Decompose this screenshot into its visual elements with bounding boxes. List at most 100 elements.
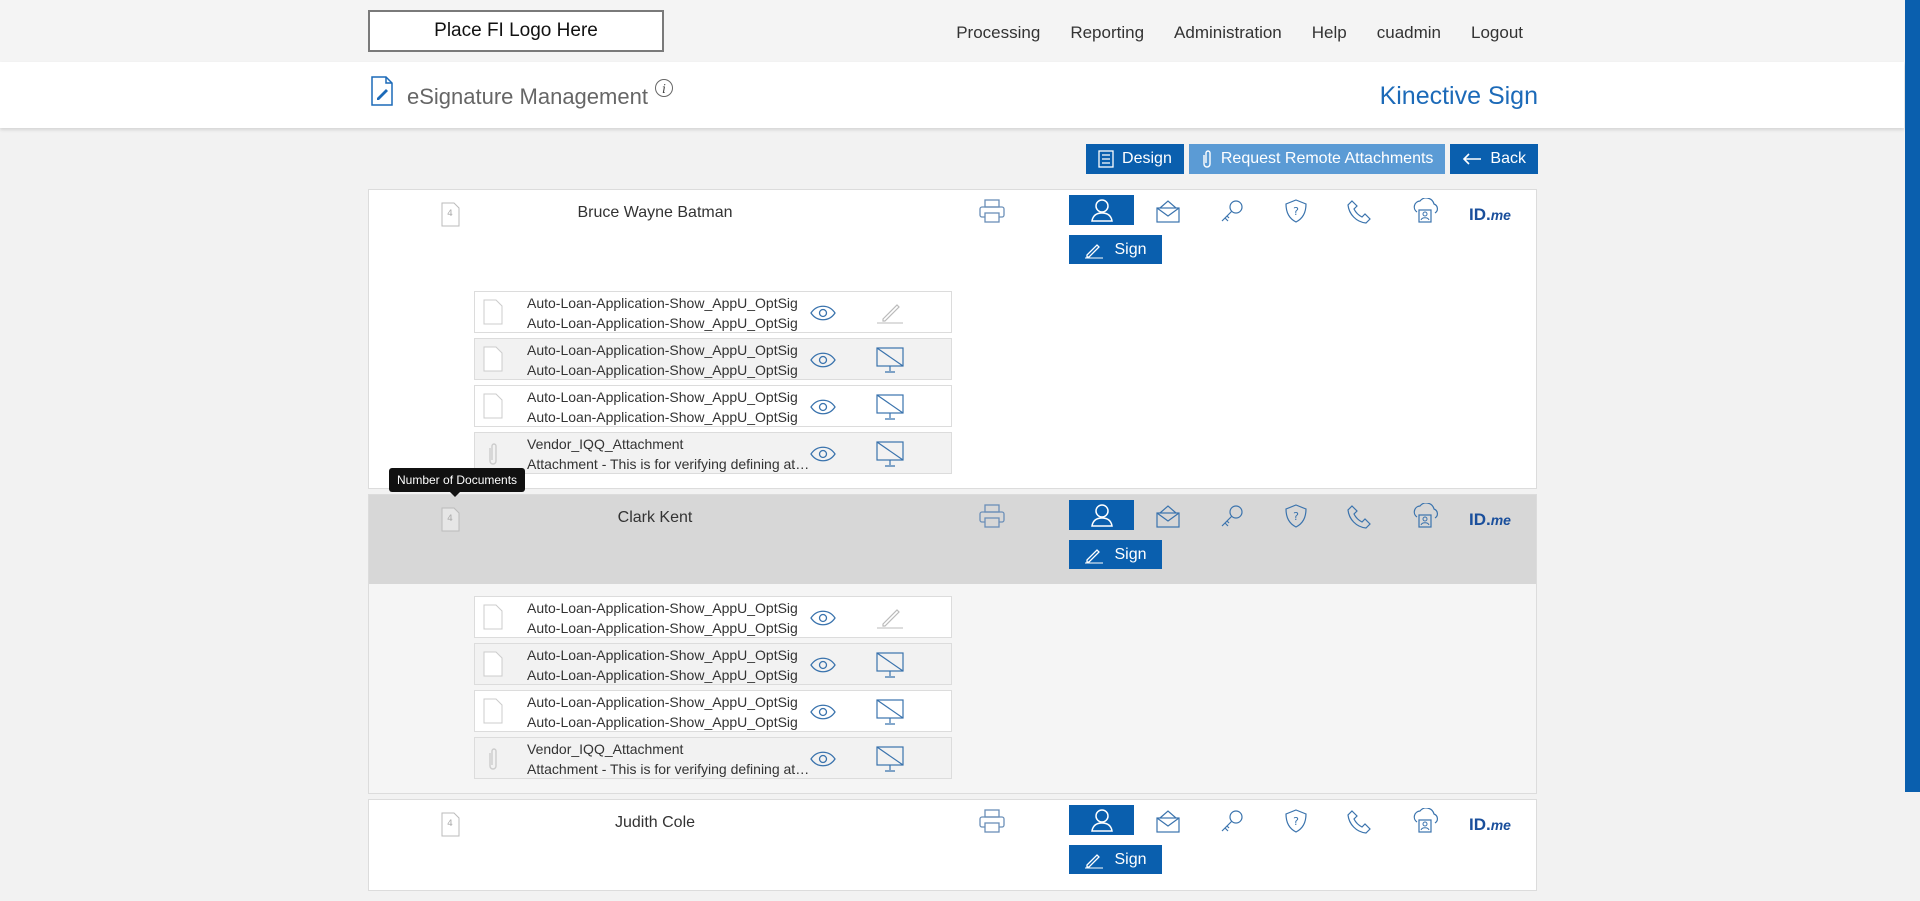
security-question-icon[interactable]: ? <box>1282 808 1310 834</box>
document-row[interactable]: Auto-Loan-Application-Show_AppU_OptSig A… <box>474 690 952 732</box>
back-button[interactable]: Back <box>1450 144 1538 174</box>
info-icon[interactable]: i <box>655 79 673 97</box>
eye-icon[interactable] <box>810 704 836 720</box>
attachment-row[interactable]: Vendor_IQQ_Attachment Attachment - This … <box>474 737 952 779</box>
signer-card: 4 Bruce Wayne Batman ? ID.me Sign Auto-L… <box>368 189 1537 489</box>
document-row[interactable]: Auto-Loan-Application-Show_AppU_OptSig A… <box>474 291 952 333</box>
svg-text:?: ? <box>1293 815 1299 828</box>
no-display-icon[interactable] <box>875 698 905 726</box>
arrow-left-icon <box>1463 153 1482 165</box>
design-button[interactable]: Design <box>1086 144 1184 174</box>
action-bar: Design Request Remote Attachments Back <box>1086 144 1538 174</box>
nav-processing[interactable]: Processing <box>956 23 1040 43</box>
signer-name: Bruce Wayne Batman <box>577 204 733 221</box>
sign-button[interactable]: Sign <box>1069 540 1162 569</box>
no-display-icon[interactable] <box>875 651 905 679</box>
eye-icon[interactable] <box>810 352 836 368</box>
nav-reporting[interactable]: Reporting <box>1070 23 1144 43</box>
pen-icon <box>1085 548 1104 563</box>
phone-icon[interactable] <box>1346 503 1374 529</box>
email-icon[interactable] <box>1154 503 1182 529</box>
nav-logout[interactable]: Logout <box>1471 23 1523 43</box>
eye-icon[interactable] <box>810 399 836 415</box>
cloud-id-icon[interactable] <box>1410 808 1440 834</box>
sign-label: Sign <box>1114 545 1147 563</box>
sign-button[interactable]: Sign <box>1069 235 1162 264</box>
document-icon <box>483 604 503 630</box>
phone-icon[interactable] <box>1346 198 1374 224</box>
key-icon[interactable] <box>1218 503 1246 529</box>
document-icon <box>483 393 503 419</box>
idme-auth-button[interactable]: ID.me <box>1469 205 1511 225</box>
no-display-icon[interactable] <box>875 440 905 468</box>
in-person-icon <box>1090 809 1113 832</box>
scrollbar[interactable] <box>1905 0 1920 792</box>
main-nav: Processing Reporting Administration Help… <box>956 23 1523 43</box>
print-icon[interactable] <box>978 808 1006 834</box>
signature-document-icon <box>371 76 393 106</box>
nav-administration[interactable]: Administration <box>1174 23 1282 43</box>
pen-icon <box>1085 243 1104 258</box>
title-bar: eSignature Management i Kinective Sign <box>0 62 1904 128</box>
key-icon[interactable] <box>1218 198 1246 224</box>
security-question-icon[interactable]: ? <box>1282 503 1310 529</box>
eye-icon[interactable] <box>810 657 836 673</box>
document-row[interactable]: Auto-Loan-Application-Show_AppU_OptSig A… <box>474 596 952 638</box>
sign-icon[interactable] <box>875 299 905 325</box>
document-row[interactable]: Auto-Loan-Application-Show_AppU_OptSig A… <box>474 643 952 685</box>
nav-user[interactable]: cuadmin <box>1377 23 1441 43</box>
signer-name: Clark Kent <box>617 509 693 526</box>
no-display-icon[interactable] <box>875 745 905 773</box>
idme-auth-button[interactable]: ID.me <box>1469 510 1511 530</box>
paperclip-icon <box>1203 150 1211 168</box>
key-icon[interactable] <box>1218 808 1246 834</box>
email-icon[interactable] <box>1154 198 1182 224</box>
eye-icon[interactable] <box>810 751 836 767</box>
sign-label: Sign <box>1114 240 1147 258</box>
print-icon[interactable] <box>978 503 1006 529</box>
eye-icon[interactable] <box>810 610 836 626</box>
back-label: Back <box>1490 150 1526 167</box>
document-row[interactable]: Auto-Loan-Application-Show_AppU_OptSig A… <box>474 338 952 380</box>
in-person-auth-button[interactable] <box>1069 500 1134 530</box>
list-icon <box>1098 150 1114 168</box>
document-icon <box>483 651 503 677</box>
in-person-auth-button[interactable] <box>1069 805 1134 835</box>
tooltip-number-of-documents: Number of Documents <box>389 468 526 497</box>
attachment-row[interactable]: Vendor_IQQ_Attachment Attachment - This … <box>474 432 952 474</box>
idme-auth-button[interactable]: ID.me <box>1469 815 1511 835</box>
signer-card-selected: 4 Clark Kent ? ID.me Sign Auto-Loan-Appl… <box>368 494 1537 794</box>
in-person-icon <box>1090 199 1113 222</box>
security-question-icon[interactable]: ? <box>1282 198 1310 224</box>
request-remote-attachments-button[interactable]: Request Remote Attachments <box>1188 144 1446 174</box>
cloud-id-icon[interactable] <box>1410 503 1440 529</box>
eye-icon[interactable] <box>810 305 836 321</box>
signer-name: Judith Cole <box>614 814 696 831</box>
svg-text:?: ? <box>1293 205 1299 218</box>
design-label: Design <box>1122 150 1172 167</box>
paperclip-icon <box>489 443 497 465</box>
cloud-id-icon[interactable] <box>1410 198 1440 224</box>
sign-icon[interactable] <box>875 604 905 630</box>
eye-icon[interactable] <box>810 446 836 462</box>
nav-help[interactable]: Help <box>1312 23 1347 43</box>
paperclip-icon <box>489 748 497 770</box>
document-row[interactable]: Auto-Loan-Application-Show_AppU_OptSig A… <box>474 385 952 427</box>
no-display-icon[interactable] <box>875 346 905 374</box>
svg-text:?: ? <box>1293 510 1299 523</box>
phone-icon[interactable] <box>1346 808 1374 834</box>
document-icon <box>483 698 503 724</box>
in-person-auth-button[interactable] <box>1069 195 1134 225</box>
document-icon <box>483 346 503 372</box>
no-display-icon[interactable] <box>875 393 905 421</box>
email-icon[interactable] <box>1154 808 1182 834</box>
signer-card: 4 Judith Cole ? ID.me Sign <box>368 799 1537 891</box>
sign-button[interactable]: Sign <box>1069 845 1162 874</box>
request-label: Request Remote Attachments <box>1220 150 1434 167</box>
brand-name: Kinective Sign <box>1379 82 1538 110</box>
sign-label: Sign <box>1114 850 1147 868</box>
document-icon <box>483 299 503 325</box>
print-icon[interactable] <box>978 198 1006 224</box>
pen-icon <box>1085 853 1104 868</box>
in-person-icon <box>1090 504 1113 527</box>
